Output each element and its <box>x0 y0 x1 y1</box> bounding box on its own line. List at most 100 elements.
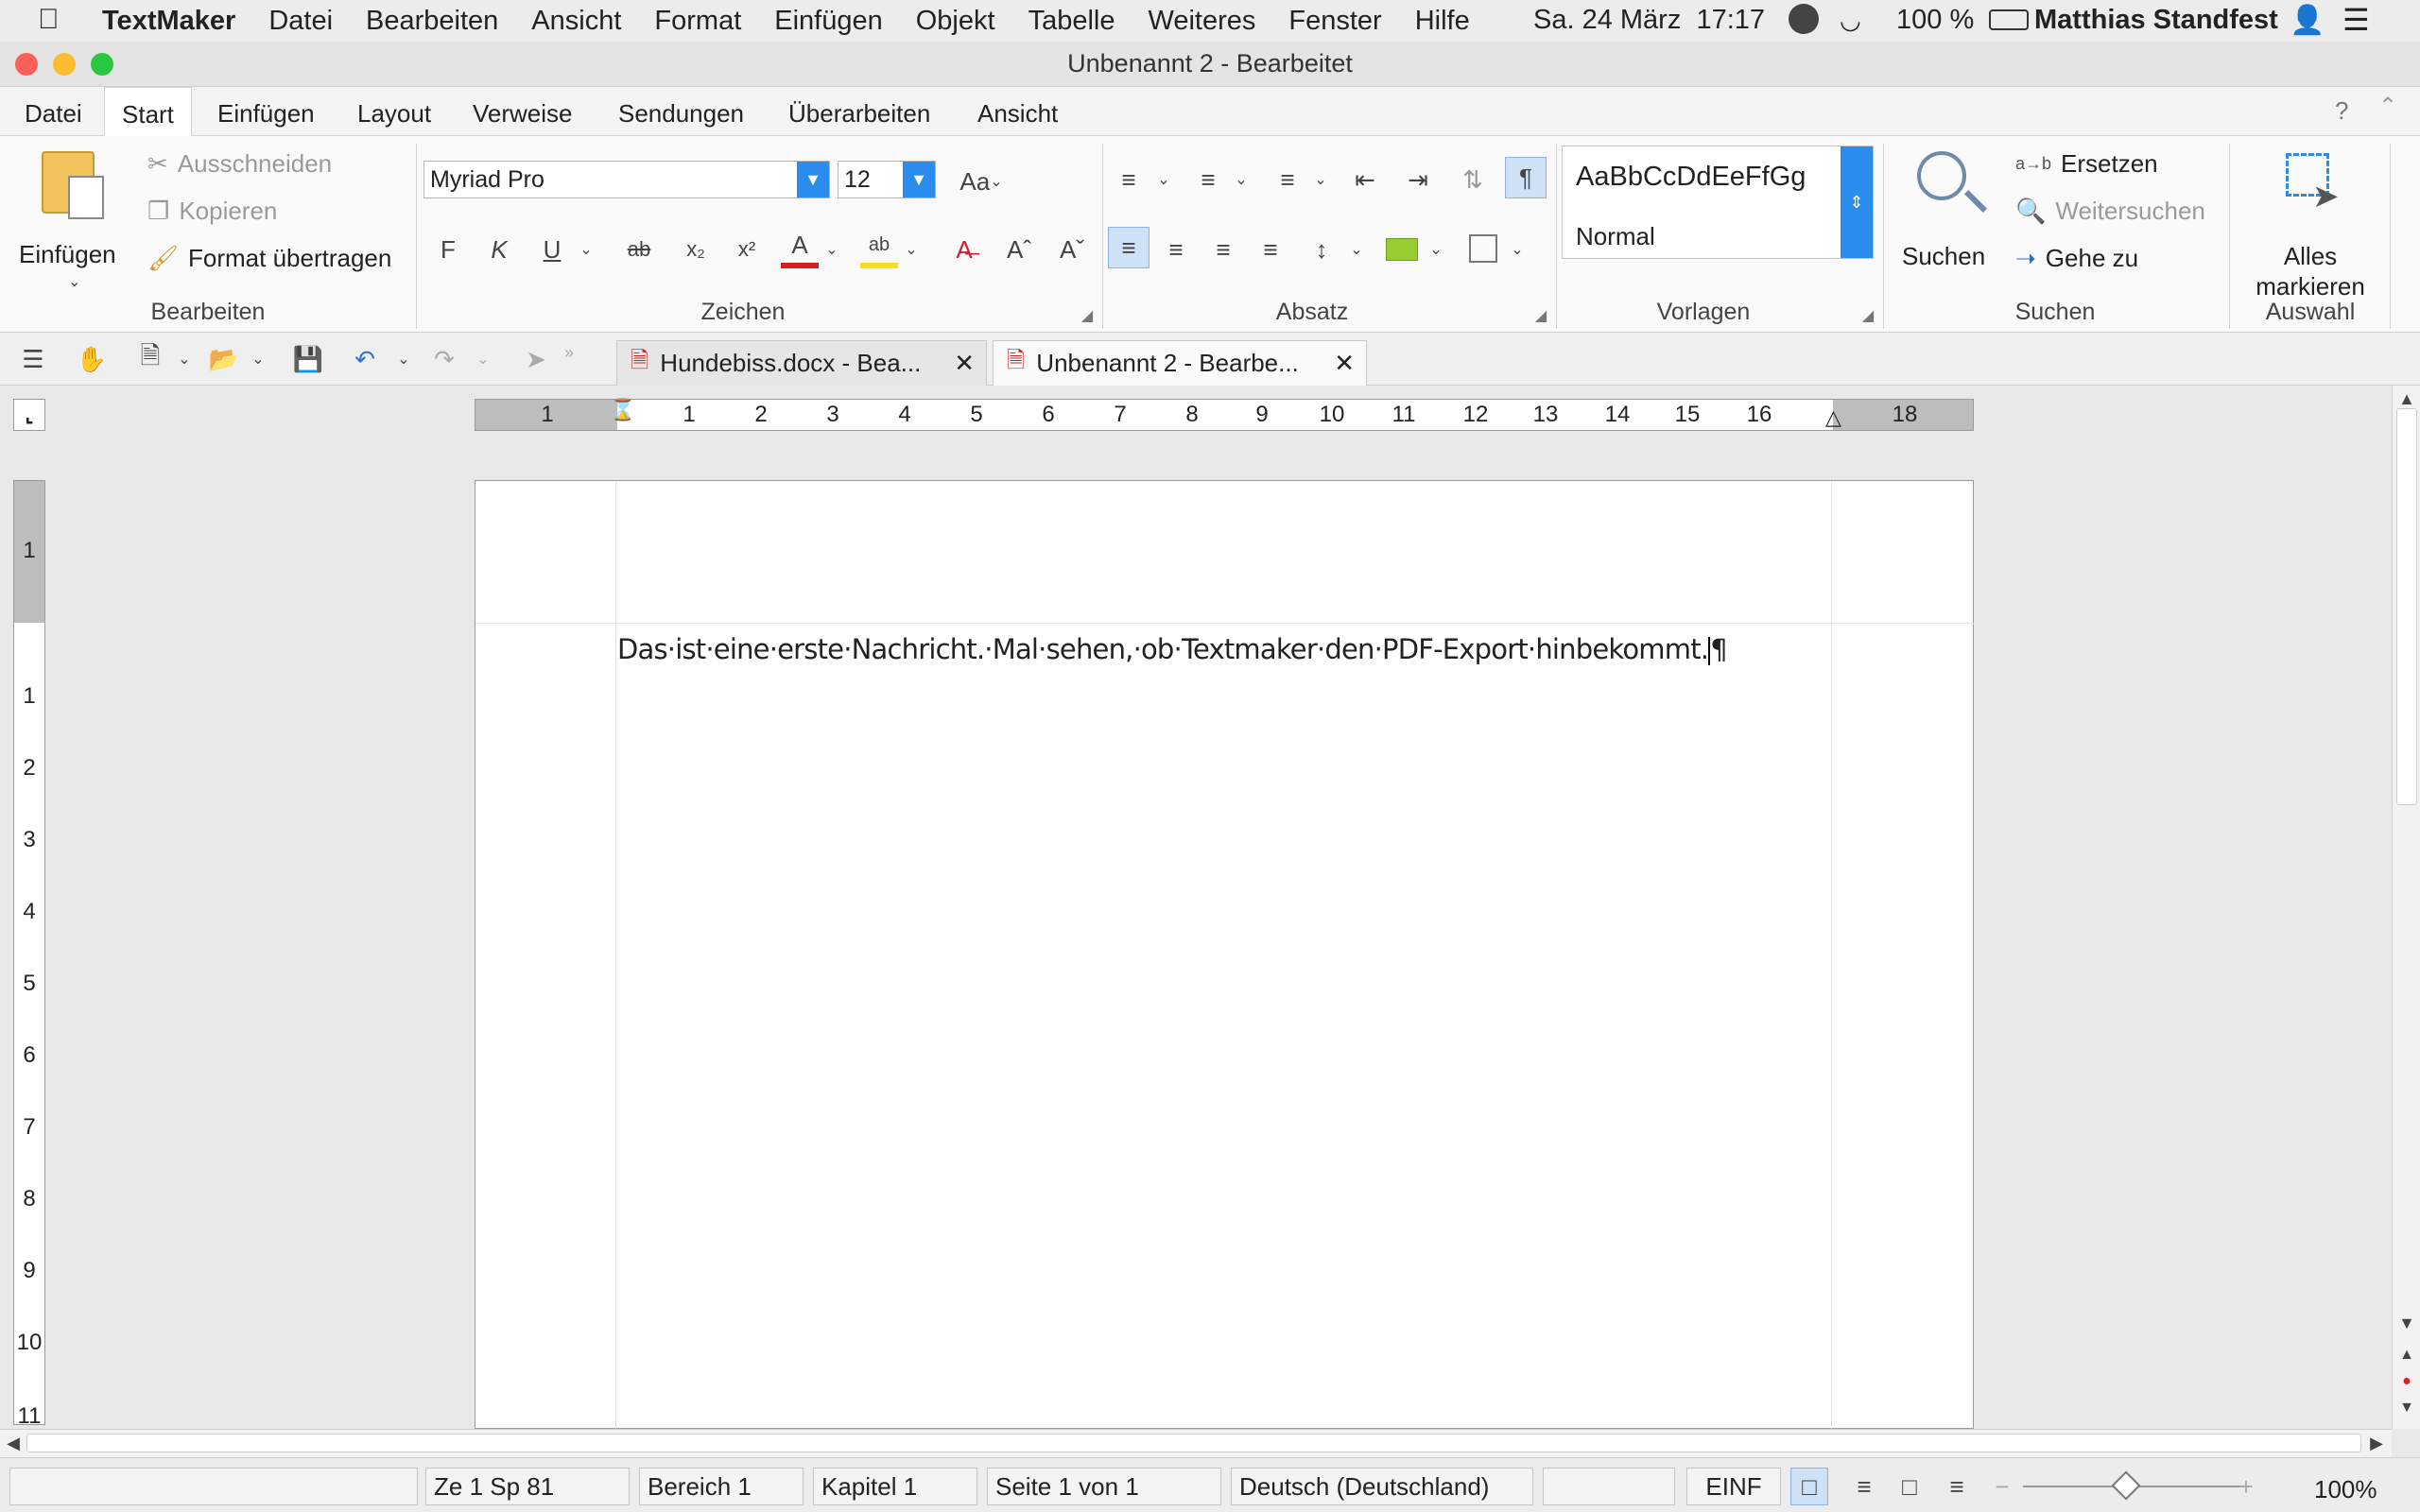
menu-hilfe[interactable]: Hilfe <box>1415 6 1470 37</box>
vertical-ruler[interactable]: 1 1 2 3 4 5 6 7 8 9 10 11 <box>13 480 45 1429</box>
align-left-button[interactable]: ≡ <box>1108 227 1150 268</box>
hand-tool-icon[interactable]: ✋ <box>76 342 108 376</box>
font-size-dropdown-icon[interactable]: ▼ <box>903 162 935 198</box>
tab-sendungen[interactable]: Sendungen <box>601 87 761 136</box>
style-scroll-icon[interactable]: ⇕ <box>1841 146 1873 258</box>
tab-verweise[interactable]: Verweise <box>456 87 590 136</box>
goto-button[interactable]: ➝ Gehe zu <box>2015 244 2138 273</box>
sidebar-menu-icon[interactable]: ☰ <box>17 342 49 376</box>
eye-icon[interactable]: ◡ <box>1840 6 1861 35</box>
view-continuous-icon[interactable]: ≡ <box>1845 1468 1883 1505</box>
hscrollbar-thumb[interactable] <box>26 1434 2361 1452</box>
multilevel-list-icon[interactable]: ≡ <box>1270 161 1305 198</box>
strikethrough-icon[interactable]: ab <box>622 231 656 268</box>
menu-objekt[interactable]: Objekt <box>916 6 995 37</box>
borders-dropdown-icon[interactable]: ⌄ <box>1507 231 1528 268</box>
replace-button[interactable]: a→b Ersetzen <box>2015 149 2158 179</box>
menu-weiteres[interactable]: Weiteres <box>1148 6 1255 37</box>
shrink-font-icon[interactable]: Aˇ <box>1053 231 1091 268</box>
tab-einfuegen[interactable]: Einfügen <box>200 87 332 136</box>
show-formatting-marks-button[interactable]: ¶ <box>1505 157 1547 198</box>
bullet-list-icon[interactable]: ≡ <box>1112 161 1146 198</box>
vertical-scrollbar[interactable]: ▲ ▼ ▲ ● ▼ <box>2392 386 2420 1429</box>
clear-format-icon[interactable]: A̶ <box>945 231 983 268</box>
undo-icon[interactable]: ↶ <box>348 342 382 376</box>
document-text[interactable]: Das·ist·eine·erste·Nachricht.·Mal·sehen,… <box>617 633 1709 665</box>
line-spacing-dropdown-icon[interactable]: ⌄ <box>1346 231 1367 268</box>
zoom-out-icon[interactable]: − <box>1991 1469 2014 1503</box>
menu-einfuegen[interactable]: Einfügen <box>774 6 883 37</box>
sort-icon[interactable]: ⇅ <box>1456 161 1490 198</box>
open-folder-dropdown-icon[interactable]: ⌄ <box>248 342 268 376</box>
italic-button[interactable]: K <box>484 231 514 268</box>
view-master-page-icon[interactable]: □ <box>1891 1468 1928 1505</box>
font-color-dropdown-icon[interactable]: ⌄ <box>821 231 843 268</box>
user-icon[interactable]: 👤 <box>2290 4 2325 37</box>
font-size-combo[interactable]: 12 ▼ <box>838 161 936 198</box>
format-painter-button[interactable]: 🖌 Format übertragen <box>147 244 391 273</box>
menu-fenster[interactable]: Fenster <box>1288 6 1381 37</box>
grow-font-icon[interactable]: Aˆ <box>1000 231 1038 268</box>
tab-datei[interactable]: Datei <box>8 87 99 136</box>
view-outline-icon[interactable]: ≡ <box>1938 1468 1976 1505</box>
close-tab-icon[interactable]: ✕ <box>954 349 975 378</box>
horizontal-ruler[interactable]: 1 1 2 3 4 5 6 7 8 9 10 11 12 13 14 15 16 18 ⌛ △ <box>475 398 1974 431</box>
menubar-user[interactable]: Matthias Standfest <box>2034 5 2278 36</box>
shading-icon[interactable] <box>1386 238 1418 261</box>
menu-datei[interactable]: Datei <box>268 6 333 37</box>
numbered-list-dropdown-icon[interactable]: ⌄ <box>1231 161 1252 198</box>
underline-button[interactable]: U <box>537 231 567 268</box>
borders-icon[interactable] <box>1469 234 1497 263</box>
highlight-icon[interactable]: ab <box>860 227 898 268</box>
menu-app-name[interactable]: TextMaker <box>102 6 235 37</box>
close-window-button[interactable] <box>15 53 38 76</box>
font-name-dropdown-icon[interactable]: ▼ <box>797 162 829 198</box>
new-document-dropdown-icon[interactable]: ⌄ <box>174 342 195 376</box>
view-page-layout-button[interactable]: □ <box>1790 1468 1828 1505</box>
copy-button[interactable]: ❐ Kopieren <box>147 197 277 226</box>
collapse-ribbon-icon[interactable]: ⌃ <box>2378 93 2397 120</box>
redo-dropdown-icon[interactable]: ⌄ <box>473 342 493 376</box>
toolbar-overflow-icon[interactable]: » <box>560 338 579 367</box>
shading-dropdown-icon[interactable]: ⌄ <box>1426 231 1446 268</box>
cut-button[interactable]: ✂ Ausschneiden <box>147 149 332 179</box>
maximize-window-button[interactable] <box>91 53 113 76</box>
find-next-button[interactable]: 🔍 Weitersuchen <box>2015 197 2205 226</box>
new-document-icon[interactable]: 🗎 <box>134 341 166 376</box>
decrease-indent-icon[interactable]: ⇤ <box>1348 161 1382 198</box>
font-name-combo[interactable]: Myriad Pro ▼ <box>424 161 830 198</box>
battery-percent[interactable]: 100 % <box>1896 5 1974 36</box>
superscript-icon[interactable]: x² <box>730 231 764 268</box>
zoom-in-icon[interactable]: + <box>2235 1469 2257 1503</box>
help-button[interactable]: ? <box>2335 96 2348 126</box>
bold-button[interactable]: F <box>433 231 463 268</box>
scroll-up-icon[interactable]: ▲ <box>2396 387 2417 410</box>
font-dialog-launcher-icon[interactable]: ◢ <box>1078 306 1097 325</box>
doc-tab-hundebiss[interactable]: 🗎 Hundebiss.docx - Bea... ✕ <box>616 340 987 386</box>
justify-icon[interactable]: ≡ <box>1253 231 1288 268</box>
scroll-left-icon[interactable]: ◀ <box>2 1432 25 1454</box>
align-right-icon[interactable]: ≡ <box>1206 231 1240 268</box>
styles-dialog-launcher-icon[interactable]: ◢ <box>1858 306 1877 325</box>
save-icon[interactable]: 💾 <box>291 342 325 376</box>
menu-tabelle[interactable]: Tabelle <box>1028 6 1115 37</box>
paragraph-dialog-launcher-icon[interactable]: ◢ <box>1531 306 1550 325</box>
style-gallery[interactable]: AaBbCcDdEeFfGg Normal ⇕ <box>1562 146 1874 259</box>
numbered-list-icon[interactable]: ≡ <box>1191 161 1225 198</box>
horizontal-scrollbar[interactable]: ◀ ▶ <box>0 1429 2392 1457</box>
left-indent-marker[interactable]: ⌛ <box>610 398 635 422</box>
subscript-icon[interactable]: x₂ <box>679 231 713 268</box>
menubar-datetime[interactable]: Sa. 24 März 17:17 <box>1533 5 1765 36</box>
tab-start[interactable]: Start <box>104 87 192 136</box>
select-all-button[interactable]: ➤ Alles markieren <box>2237 149 2384 301</box>
line-spacing-icon[interactable]: ↕ <box>1305 231 1339 268</box>
undo-dropdown-icon[interactable]: ⌄ <box>393 342 414 376</box>
select-object-icon[interactable]: ➤ <box>522 342 550 376</box>
tab-stop-selector[interactable]: ⌞ <box>13 399 45 431</box>
tab-ansicht[interactable]: Ansicht <box>960 87 1075 136</box>
scroll-down-icon[interactable]: ▼ <box>2396 1312 2417 1334</box>
redo-icon[interactable]: ↷ <box>427 342 461 376</box>
browse-object-icon[interactable]: ● <box>2396 1370 2417 1393</box>
status-language[interactable]: Deutsch (Deutschland) <box>1231 1468 1533 1505</box>
status-insert-mode[interactable]: EINF <box>1686 1468 1781 1505</box>
